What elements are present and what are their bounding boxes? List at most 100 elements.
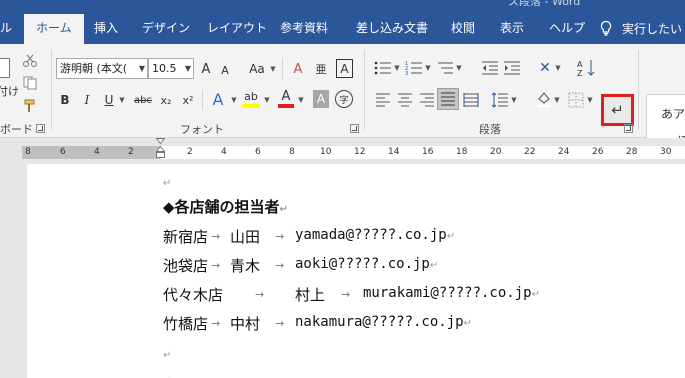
phonetic-guide-button[interactable]: 亜 <box>312 59 330 79</box>
decrease-indent-icon[interactable] <box>481 60 499 76</box>
tab-layout[interactable]: レイアウト <box>207 12 267 44</box>
tab-mailings[interactable]: 差し込み文書 <box>356 12 428 44</box>
font-size-combo[interactable]: 10.5 ▼ <box>148 58 194 79</box>
ruler-number: 6 <box>60 147 66 157</box>
clear-formatting-button[interactable]: A <box>288 59 308 79</box>
enclose-characters-button[interactable]: 字 <box>335 90 353 108</box>
paragraph-launcher-icon[interactable] <box>624 124 633 133</box>
sort-icon[interactable]: AZ <box>576 58 596 78</box>
change-case-button[interactable]: Aa <box>246 59 268 79</box>
tab-mark: → <box>211 317 221 330</box>
superscript-button[interactable]: x² <box>180 90 196 110</box>
horizontal-ruler[interactable]: 8 6 4 2 2 4 6 8 10 12 14 16 18 20 22 24 … <box>0 138 685 164</box>
chevron-down-icon[interactable]: ▼ <box>117 90 127 110</box>
tab-home[interactable]: ホーム <box>24 14 84 44</box>
bullets-icon[interactable] <box>374 60 392 76</box>
empty-paragraph: ↵ <box>163 172 171 190</box>
borders-icon[interactable] <box>568 92 584 108</box>
distributed-icon[interactable] <box>463 92 479 108</box>
tab-help[interactable]: ヘルプ <box>549 12 585 44</box>
highlight-button[interactable]: ab <box>242 88 260 108</box>
numbering-icon[interactable]: 123 <box>405 60 423 76</box>
chevron-down-icon[interactable]: ▼ <box>510 92 518 108</box>
align-right-icon[interactable] <box>419 92 435 108</box>
title-bar: ス段落 - Word <box>0 0 685 12</box>
style-item-1[interactable]: あア <box>661 105 685 122</box>
font-launcher-icon[interactable] <box>350 124 359 133</box>
italic-button[interactable]: I <box>80 90 94 110</box>
character-border-button[interactable]: A <box>336 59 353 78</box>
store-name: 池袋店 <box>163 257 209 275</box>
tab-mark: → <box>255 288 265 301</box>
ruler-number: 14 <box>388 147 400 157</box>
tab-references[interactable]: 参考資料 <box>280 12 328 44</box>
show-paragraph-marks-button[interactable]: ↵ <box>601 94 634 126</box>
paragraph-mark: ↵ <box>446 231 456 242</box>
ruler-number: 4 <box>221 147 227 157</box>
format-painter-icon[interactable] <box>22 98 38 114</box>
empty-paragraph: ↵ <box>163 370 171 378</box>
ruler-number: 24 <box>558 147 570 157</box>
ruler-track: 8 6 4 2 2 4 6 8 10 12 14 16 18 20 22 24 … <box>22 146 685 159</box>
increase-indent-icon[interactable] <box>503 60 521 76</box>
ruler-number: 10 <box>320 147 332 157</box>
tell-me-search[interactable]: 実行したい <box>598 12 682 44</box>
underline-button[interactable]: U <box>102 90 116 110</box>
heading-text: ◆各店舗の担当者 <box>163 198 280 216</box>
clipboard-launcher-icon[interactable] <box>36 124 45 133</box>
bold-button[interactable]: B <box>58 90 72 110</box>
document-page[interactable]: ↵ ◆各店舗の担当者↵ 新宿店 → 山田 → yamada@?????.co.j… <box>27 164 685 378</box>
store-name: 新宿店 <box>163 228 209 246</box>
multilevel-list-icon[interactable] <box>436 60 454 76</box>
chevron-down-icon[interactable]: ▼ <box>455 60 463 76</box>
window-title: ス段落 - Word <box>508 0 581 8</box>
paste-label[interactable]: 付け <box>0 84 19 98</box>
chevron-down-icon[interactable]: ▼ <box>393 60 401 76</box>
chevron-down-icon[interactable]: ▼ <box>553 92 561 108</box>
paragraph-mark: ↵ <box>531 289 540 300</box>
chevron-down-icon[interactable]: ▼ <box>424 60 432 76</box>
align-left-icon[interactable] <box>375 92 391 108</box>
font-color-button[interactable]: A <box>278 88 294 108</box>
subscript-button[interactable]: x₂ <box>158 90 174 110</box>
indent-marker-icon[interactable] <box>156 138 165 162</box>
chevron-down-icon[interactable]: ▼ <box>268 59 278 79</box>
tab-view[interactable]: 表示 <box>500 12 524 44</box>
grow-font-button[interactable]: A <box>198 59 214 79</box>
word-window: ス段落 - Word ル ホーム 挿入 デザイン レイアウト 参考資料 差し込み… <box>0 0 685 378</box>
asian-layout-icon[interactable]: ✕ <box>536 58 554 78</box>
paragraph-mark: ↵ <box>429 260 439 271</box>
chevron-down-icon[interactable]: ▼ <box>586 92 594 108</box>
tab-review[interactable]: 校閲 <box>451 12 475 44</box>
character-shading-button[interactable]: A <box>313 90 329 108</box>
strikethrough-button[interactable]: abc <box>132 90 154 110</box>
tab-insert[interactable]: 挿入 <box>94 12 118 44</box>
ruler-number: 16 <box>422 147 434 157</box>
tab-mark: → <box>275 230 285 243</box>
text-effects-button[interactable]: A <box>208 88 228 110</box>
chevron-down-icon[interactable]: ▼ <box>554 60 562 76</box>
ruler-number: 28 <box>626 147 638 157</box>
paste-icon[interactable] <box>0 58 10 78</box>
align-center-icon[interactable] <box>397 92 413 108</box>
justify-button[interactable] <box>437 88 459 110</box>
paragraph-mark: ↵ <box>163 178 172 189</box>
copy-icon[interactable] <box>22 76 38 90</box>
line-spacing-icon[interactable] <box>491 92 509 108</box>
cut-icon[interactable] <box>22 54 38 68</box>
email-row: aoki@?????.co.jp↵ <box>295 256 438 272</box>
group-separator <box>282 58 283 80</box>
chevron-down-icon[interactable]: ▼ <box>262 90 272 110</box>
paragraph-mark: ↵ <box>163 350 172 361</box>
font-name-combo[interactable]: 游明朝 (本文( ▼ <box>56 58 148 79</box>
tab-file[interactable]: ル <box>0 12 12 44</box>
person-name: 青木 <box>230 257 261 275</box>
shrink-font-button[interactable]: A <box>218 61 232 79</box>
tab-design[interactable]: デザイン <box>142 12 190 44</box>
chevron-down-icon[interactable]: ▼ <box>229 90 239 110</box>
shading-icon[interactable] <box>535 90 553 108</box>
email-address: nakamura@?????.co.jp <box>295 314 464 330</box>
email-row: nakamura@?????.co.jp↵ <box>295 314 472 330</box>
chevron-down-icon[interactable]: ▼ <box>296 90 306 110</box>
document-area: ↵ ◆各店舗の担当者↵ 新宿店 → 山田 → yamada@?????.co.j… <box>0 164 685 378</box>
